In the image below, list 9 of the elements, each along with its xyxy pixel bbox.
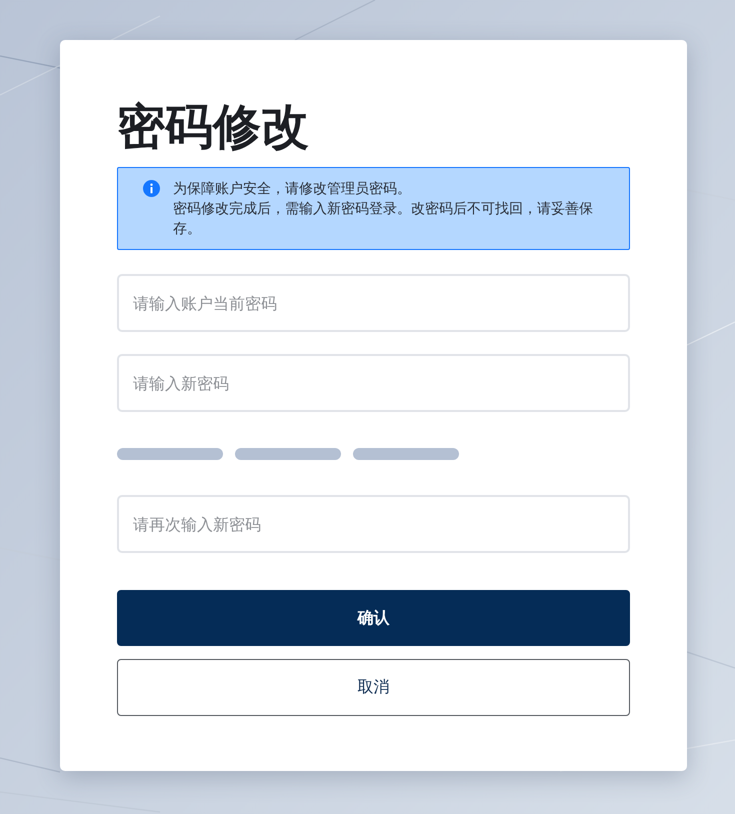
notice-text: 为保障账户安全，请修改管理员密码。 bbox=[173, 180, 412, 199]
info-icon bbox=[143, 180, 160, 197]
dialog-title: 密码修改 bbox=[117, 98, 309, 156]
notice-text: 密码修改完成后，需输入新密码登录。改密码后不可找回，请妥善保存。 bbox=[173, 200, 594, 239]
cancel-button[interactable]: 取消 bbox=[117, 659, 630, 716]
password-field[interactable]: 请输入账户当前密码 bbox=[117, 274, 630, 332]
password-field[interactable]: 请输入新密码 bbox=[117, 354, 630, 412]
confirm-button[interactable]: 确认 bbox=[117, 590, 630, 646]
password-field[interactable]: 请再次输入新密码 bbox=[117, 495, 630, 553]
